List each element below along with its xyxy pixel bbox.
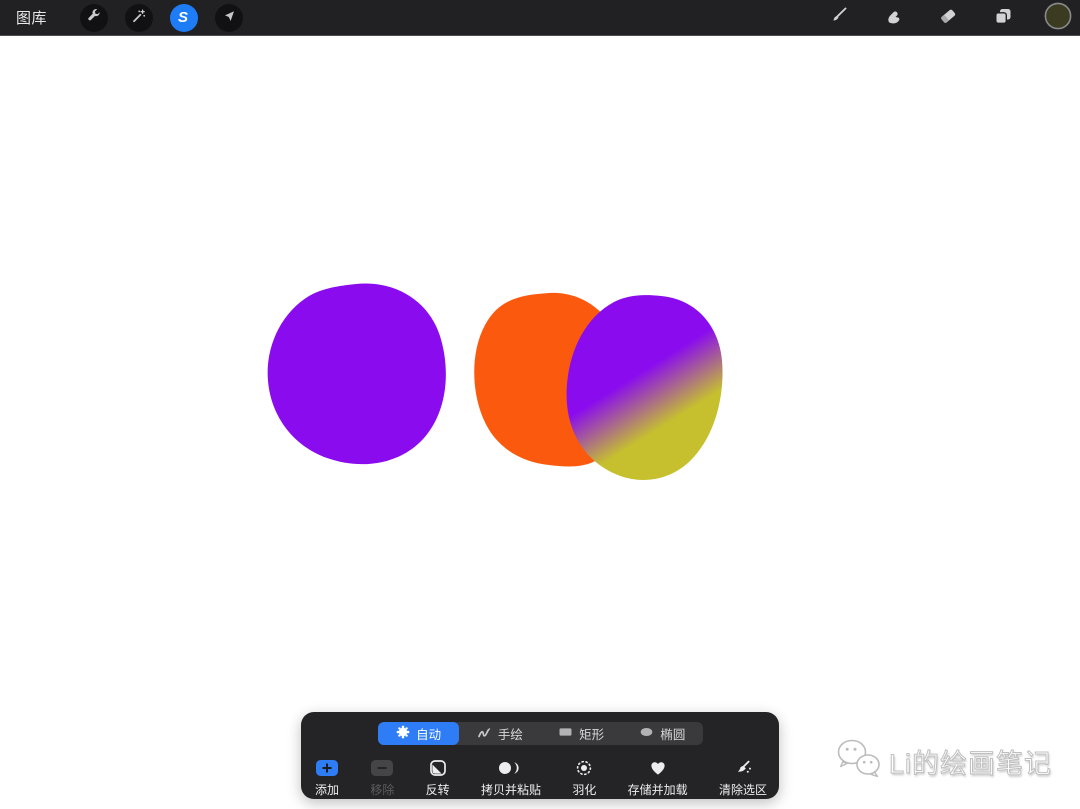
sweep-brush-icon (733, 758, 753, 777)
copy-paste-button[interactable]: 拷贝并粘贴 (481, 758, 541, 799)
automatic-icon (396, 725, 410, 742)
feather-icon (575, 758, 593, 777)
remove-minus-icon (370, 758, 394, 777)
heart-icon (649, 758, 667, 777)
procreate-screen: 图库 S 自动 手绘 矩形 椭圆 添加 移除 反转 拷贝并粘贴 羽化 存储并加载… (0, 0, 1080, 809)
selection-actions-row: 添加 移除 反转 拷贝并粘贴 羽化 存储并加载 清除选区 (301, 754, 779, 799)
mode-label: 矩形 (579, 728, 605, 742)
mode-automatic[interactable]: 自动 (378, 722, 460, 745)
mode-label: 椭圆 (660, 728, 686, 742)
action-label: 羽化 (572, 783, 597, 797)
feather-button[interactable]: 羽化 (572, 758, 596, 799)
mode-rectangle[interactable]: 矩形 (541, 722, 622, 745)
painted-blobs (267, 283, 723, 480)
mode-freehand[interactable]: 手绘 (459, 722, 540, 745)
action-label: 清除选区 (718, 783, 767, 797)
selection-panel: 自动 手绘 矩形 椭圆 添加 移除 反转 拷贝并粘贴 羽化 存储并加载 清除选区 (301, 712, 779, 799)
selection-mode-segmented-control: 自动 手绘 矩形 椭圆 (378, 722, 703, 745)
clear-selection-button[interactable]: 清除选区 (719, 758, 767, 799)
mode-label: 自动 (416, 728, 442, 742)
rectangle-icon (558, 725, 573, 742)
invert-button[interactable]: 反转 (426, 758, 450, 799)
drawing-canvas[interactable] (0, 37, 1080, 809)
copy-paste-icon (497, 758, 524, 777)
invert-icon (429, 758, 447, 777)
action-label: 反转 (425, 783, 450, 797)
add-button[interactable]: 添加 (315, 758, 339, 799)
action-label: 存储并加载 (627, 783, 688, 797)
mode-label: 手绘 (497, 728, 523, 742)
action-label: 移除 (370, 783, 395, 797)
mode-ellipse[interactable]: 椭圆 (622, 722, 703, 745)
gradient-blob (566, 295, 723, 480)
ellipse-icon (639, 725, 654, 742)
remove-button[interactable]: 移除 (370, 758, 394, 799)
save-load-button[interactable]: 存储并加载 (628, 758, 688, 799)
purple-blob (267, 283, 446, 465)
add-plus-icon (315, 758, 339, 777)
action-label: 添加 (315, 783, 340, 797)
action-label: 拷贝并粘贴 (480, 783, 541, 797)
freehand-icon (477, 725, 492, 742)
